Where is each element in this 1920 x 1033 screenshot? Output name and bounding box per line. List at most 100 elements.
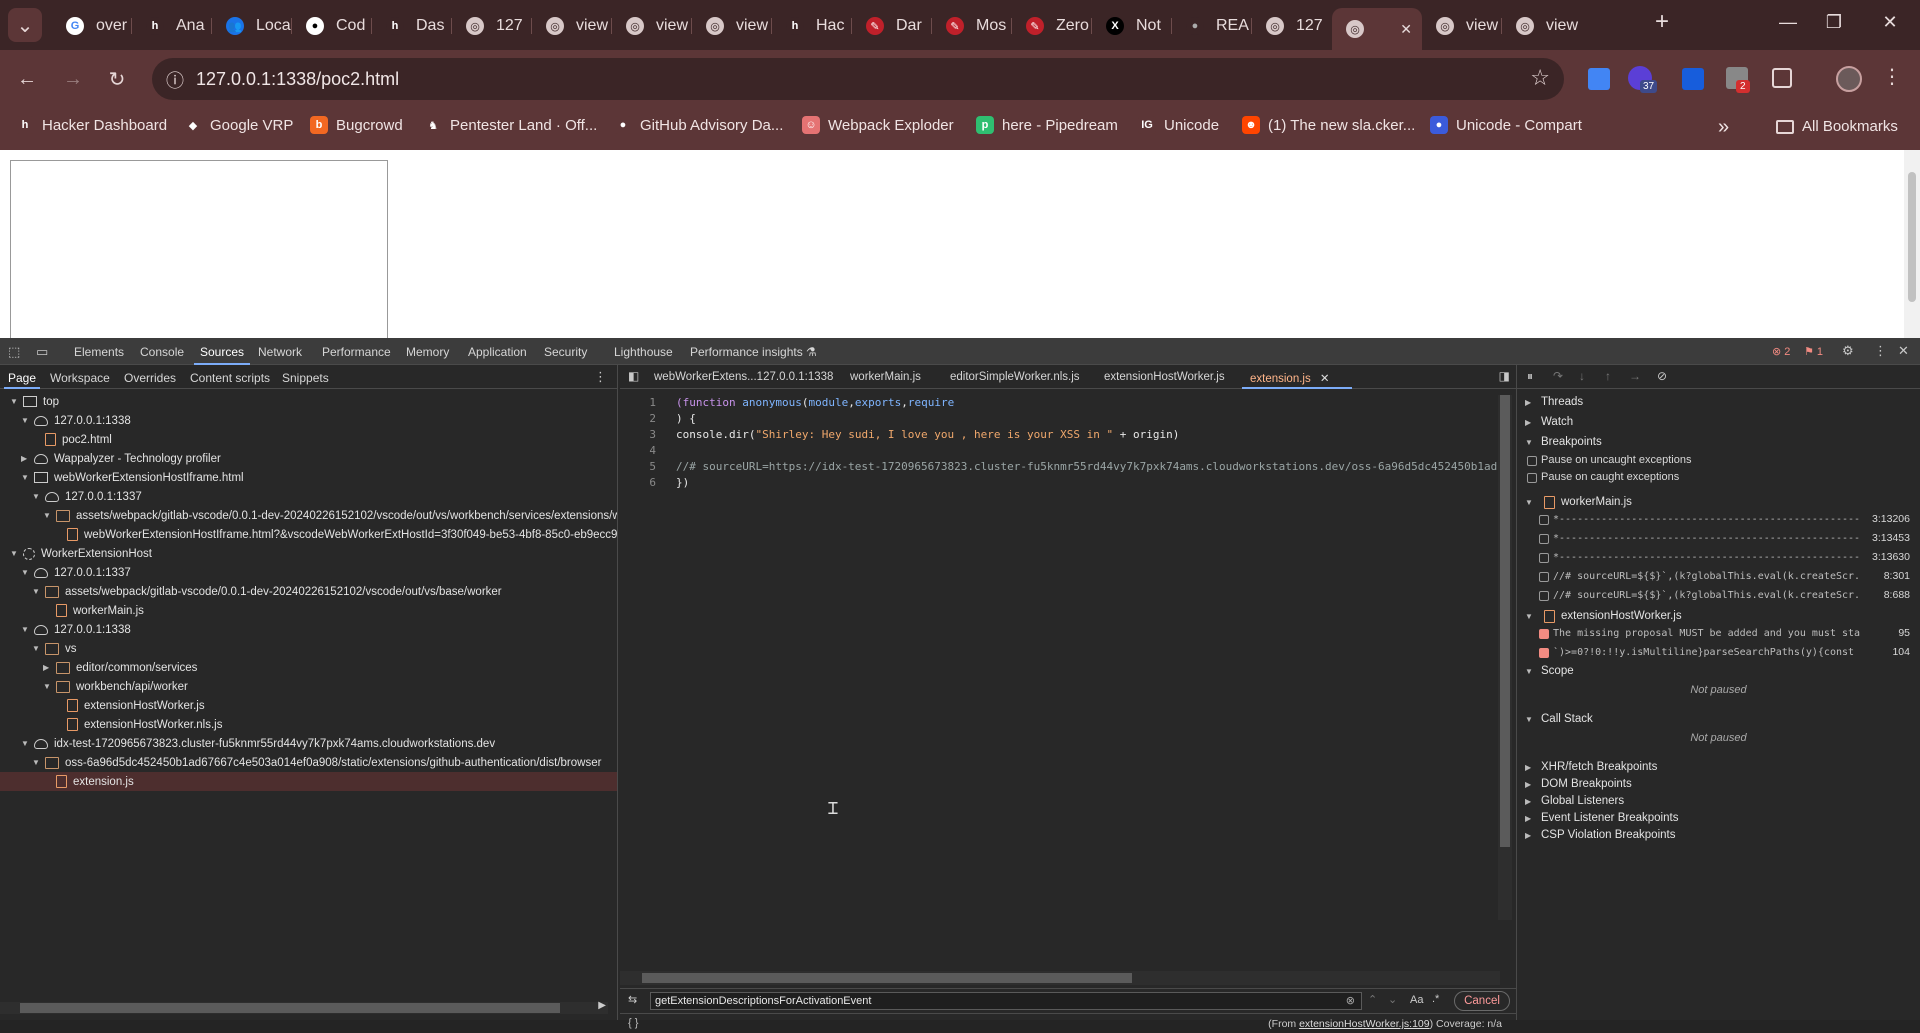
tree-node[interactable]: workerMain.js xyxy=(0,601,617,620)
devtools-tab-performance[interactable]: Performance xyxy=(322,345,391,359)
debugger-section[interactable]: ▶ Event Listener Breakpoints xyxy=(1517,809,1920,827)
back-button[interactable]: ← xyxy=(10,62,44,96)
chevron-down-icon[interactable]: ▼ xyxy=(32,587,42,596)
menu-kebab-icon[interactable]: ⋮ xyxy=(1882,64,1902,89)
code-view[interactable]: 1 (function anonymous(module,exports,requ… xyxy=(620,395,1500,491)
close-devtools-icon[interactable]: ✕ xyxy=(1898,343,1909,359)
chevron-right-icon[interactable]: ▶ xyxy=(1525,763,1535,772)
browser-tab[interactable]: ✎ Dar xyxy=(852,10,932,42)
breakpoint-checkbox[interactable] xyxy=(1539,591,1549,601)
browser-tab[interactable]: ◎ view xyxy=(612,10,692,42)
browser-tab[interactable]: ● REA xyxy=(1172,10,1252,42)
inspect-element-icon[interactable]: ⬚ xyxy=(8,344,20,360)
chevron-down-icon[interactable]: ▼ xyxy=(1525,612,1535,621)
step-out-icon[interactable]: ↑ xyxy=(1605,369,1611,383)
breakpoint-file-group[interactable]: ▼ extensionHostWorker.js xyxy=(1517,607,1920,625)
chevron-down-icon[interactable]: ▼ xyxy=(43,511,53,520)
navigator-tab-content-scripts[interactable]: Content scripts xyxy=(190,371,270,385)
devtools-tab-application[interactable]: Application xyxy=(468,345,527,359)
tab-search-button[interactable]: ⌄ xyxy=(8,8,42,42)
tree-node[interactable]: ▼ 127.0.0.1:1337 xyxy=(0,487,617,506)
tree-node[interactable]: webWorkerExtensionHostIframe.html?&vscod… xyxy=(0,525,617,544)
breakpoint-checkbox[interactable] xyxy=(1539,553,1549,563)
navigator-tab-snippets[interactable]: Snippets xyxy=(282,371,329,385)
tree-node[interactable]: ▶ editor/common/services xyxy=(0,658,617,677)
bookmark-item[interactable]: ● GitHub Advisory Da... xyxy=(614,116,783,134)
browser-tab[interactable]: ◎ view xyxy=(1502,10,1582,42)
devtools-tab-lighthouse[interactable]: Lighthouse xyxy=(614,345,673,359)
breakpoint-checkbox[interactable] xyxy=(1539,515,1549,525)
step-into-icon[interactable]: ↓ xyxy=(1579,369,1585,383)
checkbox[interactable] xyxy=(1527,473,1537,483)
devtools-tab-memory[interactable]: Memory xyxy=(406,345,449,359)
tree-node[interactable]: ▼ oss-6a96d5dc452450b1ad67667c4e503a014ef… xyxy=(0,753,617,772)
debugger-section[interactable]: ▶ Global Listeners xyxy=(1517,792,1920,810)
breakpoint-item[interactable]: *---------------------------------------… xyxy=(1517,531,1920,547)
next-match-icon[interactable]: ⌄ xyxy=(1388,993,1397,1006)
editor-tab[interactable]: editorSimpleWorker.nls.js xyxy=(950,371,1080,383)
breakpoint-checkbox[interactable] xyxy=(1539,648,1549,658)
breakpoint-item[interactable]: //# sourceURL=${$}`,(k?globalThis.eval(k… xyxy=(1517,588,1920,604)
devtools-tab-elements[interactable]: Elements xyxy=(74,345,124,359)
chevron-right-icon[interactable]: ▶ xyxy=(1525,814,1535,823)
debugger-section[interactable]: ▶ Watch xyxy=(1517,413,1920,431)
line-number[interactable]: 1 xyxy=(620,395,656,411)
browser-tab[interactable]: ● Cod xyxy=(292,10,372,42)
tree-node[interactable]: ▼ 127.0.0.1:1338 xyxy=(0,411,617,430)
pretty-print-button[interactable]: { } xyxy=(628,1017,638,1029)
breakpoint-checkbox[interactable] xyxy=(1539,629,1549,639)
chevron-down-icon[interactable]: ▼ xyxy=(1525,498,1535,507)
address-bar[interactable]: ⓘ 127.0.0.1:1338/poc2.html ☆ xyxy=(152,58,1564,100)
extensions-puzzle-icon[interactable] xyxy=(1772,68,1792,88)
line-number[interactable]: 5 xyxy=(620,459,656,475)
line-number[interactable]: 3 xyxy=(620,427,656,443)
editor-tab[interactable]: webWorkerExtens...127.0.0.1:1338 xyxy=(654,371,833,383)
tree-node[interactable]: ▼ top xyxy=(0,392,617,411)
chevron-right-icon[interactable]: ▶ xyxy=(1525,418,1535,427)
chevron-down-icon[interactable]: ▼ xyxy=(21,416,31,425)
line-number[interactable]: 4 xyxy=(620,443,656,459)
warning-count-icon[interactable]: ⚑ 1 xyxy=(1804,345,1823,358)
breakpoint-checkbox[interactable] xyxy=(1539,534,1549,544)
bookmark-item[interactable]: ♞ Pentester Land · Off... xyxy=(424,116,597,134)
bookmark-item[interactable]: b Bugcrowd xyxy=(310,116,403,134)
chevron-down-icon[interactable]: ▼ xyxy=(32,758,42,767)
debugger-section[interactable]: ▶ XHR/fetch Breakpoints xyxy=(1517,758,1920,776)
chevron-down-icon[interactable]: ▼ xyxy=(1525,667,1535,676)
tree-node[interactable]: ▼ WorkerExtensionHost xyxy=(0,544,617,563)
bookmark-item[interactable]: ☻ (1) The new sla.cker... xyxy=(1242,116,1415,134)
chevron-right-icon[interactable]: ▶ xyxy=(1525,797,1535,806)
tree-node[interactable]: ▼ 127.0.0.1:1337 xyxy=(0,563,617,582)
chevron-right-icon[interactable]: ▶ xyxy=(1525,780,1535,789)
devtools-menu-icon[interactable]: ⋮ xyxy=(1874,343,1887,359)
line-number[interactable]: 2 xyxy=(620,411,656,427)
editor-tab[interactable]: workerMain.js xyxy=(850,371,921,383)
breakpoint-item[interactable]: The missing proposal MUST be added and y… xyxy=(1517,626,1920,642)
navigator-tab-workspace[interactable]: Workspace xyxy=(50,371,110,385)
minimize-button[interactable]: — xyxy=(1768,12,1808,33)
debugger-section[interactable]: ▼ Breakpoints xyxy=(1517,433,1920,451)
device-toolbar-icon[interactable]: ▭ xyxy=(36,344,48,360)
chevron-down-icon[interactable]: ▼ xyxy=(43,682,53,691)
new-tab-button[interactable]: + xyxy=(1642,8,1682,36)
close-window-button[interactable]: ✕ xyxy=(1870,12,1910,33)
chevron-down-icon[interactable]: ▼ xyxy=(1525,438,1535,447)
devtools-tab-sources[interactable]: Sources xyxy=(193,345,251,365)
chevron-down-icon[interactable]: ▼ xyxy=(10,397,20,406)
bookmark-item[interactable]: ● Unicode - Compart xyxy=(1430,116,1582,134)
all-bookmarks-folder[interactable]: All Bookmarks xyxy=(1776,118,1898,135)
bookmark-star-icon[interactable]: ☆ xyxy=(1530,65,1550,91)
navigator-tab-overrides[interactable]: Overrides xyxy=(124,371,176,385)
browser-tab[interactable]: ◎ view xyxy=(692,10,772,42)
tree-node[interactable]: ▼ webWorkerExtensionHostIframe.html xyxy=(0,468,617,487)
bookmark-item[interactable]: IG Unicode xyxy=(1138,116,1219,134)
bookmark-item[interactable]: p here - Pipedream xyxy=(976,116,1118,134)
clear-search-icon[interactable]: ⊗ xyxy=(1346,993,1355,1009)
browser-tab[interactable]: h Hac xyxy=(772,10,852,42)
chevron-down-icon[interactable]: ▼ xyxy=(10,549,20,558)
chevron-down-icon[interactable]: ▼ xyxy=(32,644,42,653)
bookmark-item[interactable]: ☺ Webpack Exploder xyxy=(802,116,954,134)
toggle-debugger-icon[interactable]: ◨ xyxy=(1499,369,1510,383)
devtools-tab-network[interactable]: Network xyxy=(258,345,302,359)
tree-node[interactable]: ▼ assets/webpack/gitlab-vscode/0.0.1-dev-… xyxy=(0,506,617,525)
